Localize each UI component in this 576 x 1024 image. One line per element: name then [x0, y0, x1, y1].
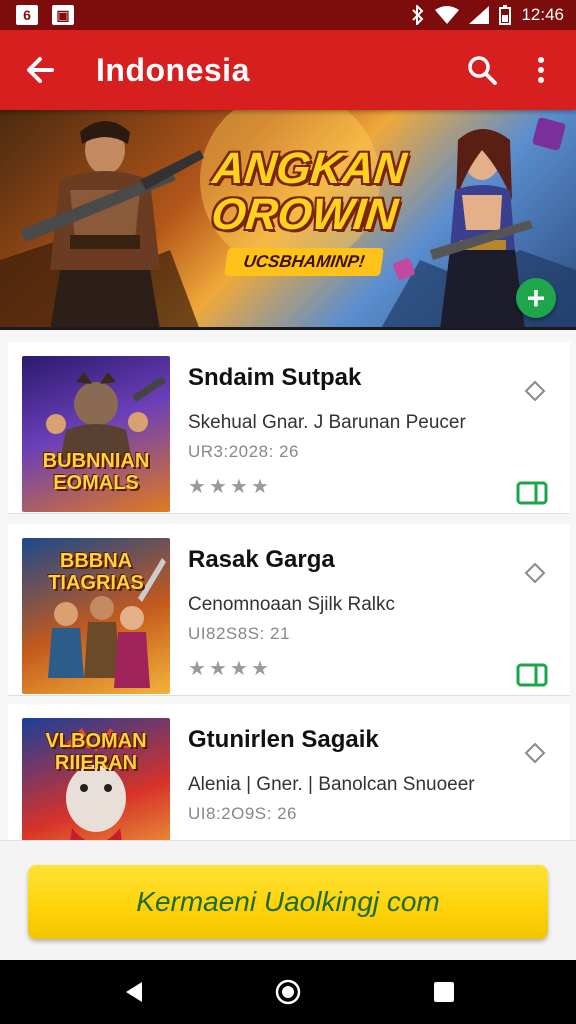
page-title: Indonesia — [96, 52, 250, 88]
star-icon: ★ — [188, 658, 206, 680]
thumbnail-title: VLBOMAN RIIERAN — [45, 730, 147, 774]
game-date: UR3:2028: 26 — [188, 442, 299, 461]
battery-icon — [499, 5, 512, 25]
star-icon: ★ — [251, 476, 269, 498]
star-icon: ★ — [230, 476, 248, 498]
nav-home-icon[interactable] — [274, 978, 302, 1006]
status-bar: 6 ▣ 12:46 — [0, 0, 576, 30]
game-developer: Skehual Gnar. J Barunan Peucer — [188, 412, 466, 433]
diamond-icon[interactable] — [524, 562, 546, 584]
thumbnail-title: BUBNNIAN EOMALS — [42, 450, 150, 494]
game-card[interactable]: BBBNA TIAGRIAS Rasak Garga Cenomnoaan Sj… — [8, 524, 570, 696]
search-icon[interactable] — [464, 52, 500, 88]
system-nav-bar — [0, 960, 576, 1024]
banner-title: ANGKAN OROWIN — [209, 144, 409, 239]
wifi-icon — [435, 6, 460, 24]
photo-notification-icon: ▣ — [52, 5, 74, 25]
nav-recents-icon[interactable] — [432, 980, 456, 1004]
game-developer: Cenomnoaan Sjilk Ralkc — [188, 594, 395, 615]
featured-banner[interactable]: ANGKAN OROWIN UCSBHAMINP! — [0, 110, 576, 330]
arrow-left-icon[interactable] — [22, 50, 62, 90]
bluetooth-icon — [412, 5, 424, 25]
star-icon: ★ — [209, 476, 227, 498]
game-thumbnail: VLBOMAN RIIERAN — [22, 718, 170, 840]
game-card[interactable]: BUBNNIAN EOMALS Sndaim Sutpak Skehual Gn… — [8, 342, 570, 514]
game-developer: Alenia | Gner. | Banolcan Snuoeer — [188, 774, 475, 795]
cta-label: Kermaeni Uaolkingj com — [136, 886, 440, 917]
game-thumbnail: BUBNNIAN EOMALS — [22, 356, 170, 512]
game-thumbnail: BBBNA TIAGRIAS — [22, 538, 170, 694]
star-icon: ★ — [251, 658, 269, 680]
game-date: UI8:2O9S: 26 — [188, 804, 298, 823]
star-icon: ★ — [230, 658, 248, 680]
thumbnail-title: BBBNA TIAGRIAS — [48, 550, 144, 594]
game-date: UI82S8S: 21 — [188, 624, 290, 643]
book-icon[interactable] — [516, 480, 550, 506]
banner-subtitle: UCSBHAMINP! — [224, 248, 384, 276]
bottom-action-area: Kermaeni Uaolkingj com — [0, 840, 576, 960]
diamond-icon[interactable] — [524, 380, 546, 402]
book-icon[interactable] — [516, 662, 550, 688]
add-button[interactable]: + — [516, 278, 556, 318]
game-name: Rasak Garga — [188, 546, 335, 573]
rating-stars: ★ ★ ★ ★ — [188, 658, 269, 680]
cta-button[interactable]: Kermaeni Uaolkingj com — [28, 865, 548, 939]
rating-stars: ★ ★ ★ ★ — [188, 476, 269, 498]
game-name: Gtunirlen Sagaik — [188, 726, 379, 753]
nav-back-icon[interactable] — [120, 978, 148, 1006]
status-time: 12:46 — [521, 5, 564, 24]
game-card[interactable]: VLBOMAN RIIERAN Gtunirlen Sagaik Alenia … — [8, 704, 570, 840]
diamond-icon[interactable] — [524, 742, 546, 764]
star-icon: ★ — [209, 658, 227, 680]
app-bar: Indonesia — [0, 30, 576, 110]
star-icon: ★ — [188, 476, 206, 498]
game-list: BUBNNIAN EOMALS Sndaim Sutpak Skehual Gn… — [0, 330, 576, 840]
game-name: Sndaim Sutpak — [188, 364, 362, 391]
more-vert-icon[interactable] — [524, 52, 558, 88]
signal-icon — [469, 6, 490, 24]
notification-icon: 6 — [16, 5, 38, 25]
